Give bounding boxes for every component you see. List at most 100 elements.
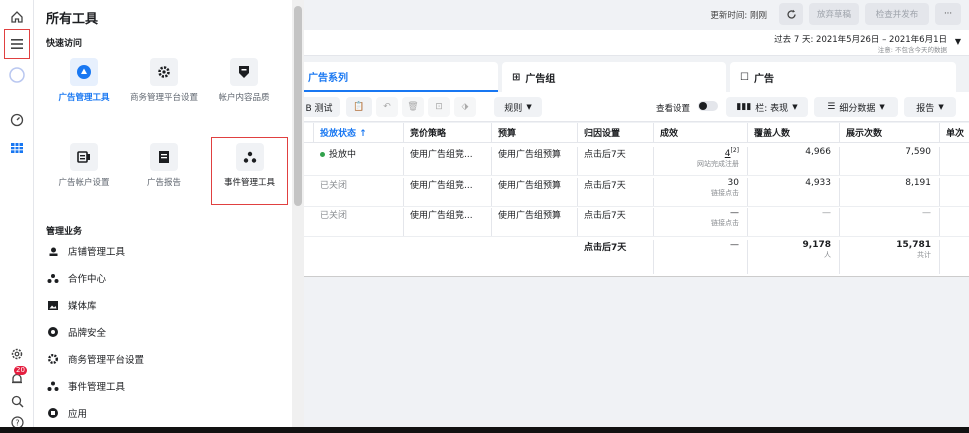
all-tools-panel: 所有工具 快速访问 广告管理工具 商务管理平台设置 帐户内容品质 广告帐户设置 … [34, 0, 292, 433]
discard-draft-button[interactable]: 放弃草稿 [809, 3, 859, 25]
tab-ads[interactable]: ☐ 广告 [730, 62, 956, 92]
level-tabs: 广告系列 ⊞ 广告组 ☐ 广告 [304, 62, 969, 92]
tab-label: 广告系列 [308, 72, 348, 84]
total-attribution: 点击后7天 [578, 240, 654, 274]
events-manager-icon [235, 143, 264, 171]
attribution-cell: 点击后7天 [578, 147, 654, 175]
tab-adsets[interactable]: ⊞ 广告组 [502, 62, 726, 92]
biz-item-apps[interactable]: 应用 [46, 406, 87, 420]
ads-manager-page: 20 ? 所有工具 快速访问 广告管理工具 商务管理平台设置 帐户内容品质 广告… [0, 0, 969, 433]
campaigns-table-icon[interactable] [8, 139, 26, 157]
chevron-down-icon: ▼ [526, 103, 532, 111]
results-cell: 30 链接点击 [654, 178, 748, 206]
reach-cell: — [748, 208, 840, 236]
bid-cell: 使用广告组竞... [404, 208, 492, 236]
header-impressions[interactable]: 展示次数 [840, 123, 940, 143]
refresh-button[interactable] [779, 3, 803, 25]
tab-campaigns[interactable]: 广告系列 [304, 62, 498, 92]
menu-icon[interactable] [8, 35, 26, 53]
reach-cell: 4,933 [748, 178, 840, 206]
impressions-cell: 8,191 [840, 178, 940, 206]
report-icon [150, 143, 178, 171]
status-text: 投放中 [329, 150, 357, 160]
dashboard-gauge-icon[interactable] [8, 111, 26, 129]
total-reach: 9,178 人 [748, 240, 840, 274]
delete-button[interactable]: 🗑 [402, 97, 424, 117]
biz-item-events-manager[interactable]: 事件管理工具 [46, 379, 125, 393]
review-publish-button[interactable]: 检查并发布 [865, 3, 929, 25]
panel-scrollbar-thumb[interactable] [294, 6, 302, 206]
chevron-down-icon: ▼ [879, 103, 885, 111]
manage-business-heading: 管理业务 [46, 227, 83, 237]
tool-ad-account-settings[interactable]: 广告帐户设置 [48, 143, 120, 189]
biz-item-collab[interactable]: 合作中心 [46, 271, 106, 285]
row-divider [304, 175, 969, 176]
total-impressions: 15,781 共计 [840, 240, 940, 274]
events-manager-icon [46, 379, 60, 393]
header-results[interactable]: 成效 [654, 123, 748, 143]
attribution-cell: 点击后7天 [578, 178, 654, 206]
header-attribution[interactable]: 归因设置 [578, 123, 654, 143]
biz-item-brand-safety[interactable]: 品牌安全 [46, 325, 106, 339]
biz-item-label: 应用 [68, 409, 88, 420]
bid-cell: 使用广告组竞... [404, 178, 492, 206]
clipboard-icon: 📋 [353, 102, 365, 112]
reach-cell: 4,966 [748, 147, 840, 175]
date-note: 注意: 不包含今天的数据 [877, 46, 947, 54]
budget-cell: 使用广告组预算 [492, 178, 578, 206]
home-icon[interactable] [8, 8, 26, 26]
shop-icon [46, 244, 60, 258]
action-toolbar: B 测试 📋 ↶ 🗑 ⊡ ⬗ 规则 ▼ 查看设置 ▮▮▮ 栏: 表现 ▼ ☰ 细分数据 ▼… [304, 92, 969, 122]
undo-icon: ↶ [383, 102, 391, 112]
biz-item-shop[interactable]: 店铺管理工具 [46, 244, 125, 258]
total-results: — [654, 240, 748, 274]
biz-item-media[interactable]: 媒体库 [46, 298, 97, 312]
header-cost[interactable]: 单次 [940, 123, 969, 143]
total-reach-unit: 人 [824, 251, 831, 259]
duplicate-button[interactable]: 📋 [346, 97, 372, 117]
tool-account-quality[interactable]: 帐户内容品质 [208, 58, 280, 104]
account-avatar-icon[interactable] [8, 66, 26, 84]
collab-icon [46, 271, 60, 285]
biz-item-business-settings[interactable]: 商务管理平台设置 [46, 352, 144, 366]
header-status[interactable]: 投放状态 ↑ [314, 123, 404, 143]
search-icon[interactable] [8, 392, 26, 410]
tool-ad-reports[interactable]: 广告报告 [128, 143, 200, 189]
bid-cell: 使用广告组竞... [404, 147, 492, 175]
chevron-down-icon: ▼ [938, 103, 944, 111]
app-icon [46, 406, 60, 420]
view-settings-toggle[interactable] [698, 101, 718, 111]
tab-label: 广告 [753, 73, 774, 85]
header-reach[interactable]: 覆盖人数 [748, 123, 840, 143]
biz-item-label: 品牌安全 [68, 328, 107, 339]
ab-test-button[interactable]: B 测试 [304, 97, 340, 117]
tool-business-settings[interactable]: 商务管理平台设置 [128, 58, 200, 104]
settings-icon[interactable] [8, 345, 26, 363]
row-divider [304, 236, 969, 237]
more-button[interactable]: ··· [935, 3, 961, 25]
shield-icon [230, 58, 258, 86]
columns-dropdown[interactable]: ▮▮▮ 栏: 表现 ▼ [726, 97, 808, 117]
columns-label: 栏: 表现 [755, 103, 789, 114]
tool-events-manager[interactable]: 事件管理工具 [211, 137, 288, 205]
tab-label: 广告组 [525, 73, 556, 85]
active-dot [320, 152, 325, 157]
status-cell: 已关闭 [314, 178, 404, 206]
impressions-cell: 7,590 [840, 147, 940, 175]
tool-ads-manager[interactable]: 广告管理工具 [48, 58, 120, 104]
tool-label: 广告帐户设置 [58, 178, 110, 188]
header-bid[interactable]: 竞价策略 [404, 123, 492, 143]
gear-icon [150, 58, 178, 86]
undo-button[interactable]: ↶ [376, 97, 398, 117]
reports-dropdown[interactable]: 报告 ▼ [904, 97, 956, 117]
breakdown-label: 细分数据 [839, 103, 876, 114]
breakdown-dropdown[interactable]: ☰ 细分数据 ▼ [814, 97, 898, 117]
preview-button[interactable]: ⊡ [428, 97, 450, 117]
header-budget[interactable]: 预算 [492, 123, 578, 143]
results-value: 30 [727, 178, 739, 188]
rules-dropdown[interactable]: 规则 ▼ [494, 97, 542, 117]
tool-label: 事件管理工具 [223, 178, 275, 188]
tag-icon: ⬗ [461, 102, 469, 112]
tag-button[interactable]: ⬗ [454, 97, 476, 117]
biz-item-label: 媒体库 [68, 301, 97, 312]
